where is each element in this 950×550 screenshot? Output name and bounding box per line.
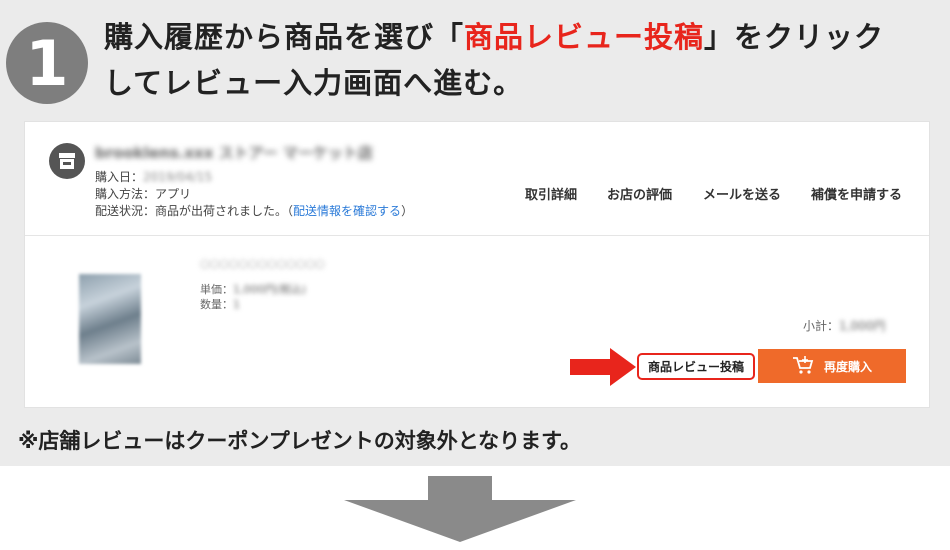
- rebuy-label: 再度購入: [823, 359, 872, 374]
- divider: [25, 235, 929, 236]
- shop-name[interactable]: brooklens.xxx ストアー マーケット店: [95, 142, 415, 162]
- heading-text-pre: 購入履歴から商品を選び「: [104, 20, 465, 54]
- down-arrow-icon: [344, 476, 576, 542]
- purchase-date-label: 購入日：: [95, 170, 144, 184]
- note-text: ※店舗レビューはクーポンプレゼントの対象外となります。: [18, 429, 582, 453]
- subtotal-value: 1,000円: [839, 319, 886, 333]
- subtotal-label: 小計：: [803, 319, 840, 333]
- product-thumbnail[interactable]: [79, 274, 141, 364]
- qty-value: 1: [233, 298, 240, 311]
- method-label: 購入方法：: [95, 187, 156, 201]
- unit-price-label: 単価：: [200, 283, 233, 296]
- product-title[interactable]: ○○○○○○○○○○○○○: [200, 257, 325, 270]
- red-arrow-icon: [570, 348, 636, 386]
- shop-icon: [49, 143, 85, 179]
- subtotal: 小計：1,000円: [803, 317, 885, 334]
- product-review-button[interactable]: 商品レビュー投稿: [637, 353, 755, 380]
- shipping-label: 配送状況：: [95, 204, 156, 218]
- shipping-value: 商品が出荷されました。: [155, 204, 288, 218]
- order-meta: 購入日：2019/04/15 購入方法：アプリ 配送状況：商品が出荷されました。…: [95, 169, 413, 220]
- method-value: アプリ: [155, 187, 192, 201]
- action-order-detail[interactable]: 取引詳細: [525, 184, 577, 203]
- action-shop-rating[interactable]: お店の評価: [607, 184, 672, 203]
- cart-icon: [792, 355, 814, 378]
- step-heading: 購入履歴から商品を選び「商品レビュー投稿」をクリック してレビュー入力画面へ進む…: [104, 14, 944, 106]
- instruction-panel: 1 購入履歴から商品を選び「商品レビュー投稿」をクリック してレビュー入力画面へ…: [0, 0, 950, 466]
- purchase-date-value: 2019/04/15: [143, 170, 213, 184]
- heading-highlight: 商品レビュー投稿: [464, 20, 705, 54]
- qty-label: 数量：: [200, 298, 233, 311]
- action-claim-compensation[interactable]: 補償を申請する: [811, 184, 902, 203]
- order-card: brooklens.xxx ストアー マーケット店 購入日：2019/04/15…: [24, 121, 930, 408]
- rebuy-button[interactable]: 再度購入: [758, 349, 906, 383]
- heading-line2: してレビュー入力画面へ進む。: [104, 66, 524, 100]
- action-send-mail[interactable]: メールを送る: [703, 184, 781, 203]
- product-meta: 単価：1,000円(税込) 数量：1: [200, 282, 306, 312]
- heading-text-post: 」をクリック: [704, 20, 885, 54]
- shipping-info-link[interactable]: 配送情報を確認する: [293, 204, 401, 218]
- step-number-badge: 1: [6, 22, 88, 104]
- shipping-paren-close: ）: [401, 204, 414, 218]
- unit-price-value: 1,000円(税込): [233, 283, 307, 296]
